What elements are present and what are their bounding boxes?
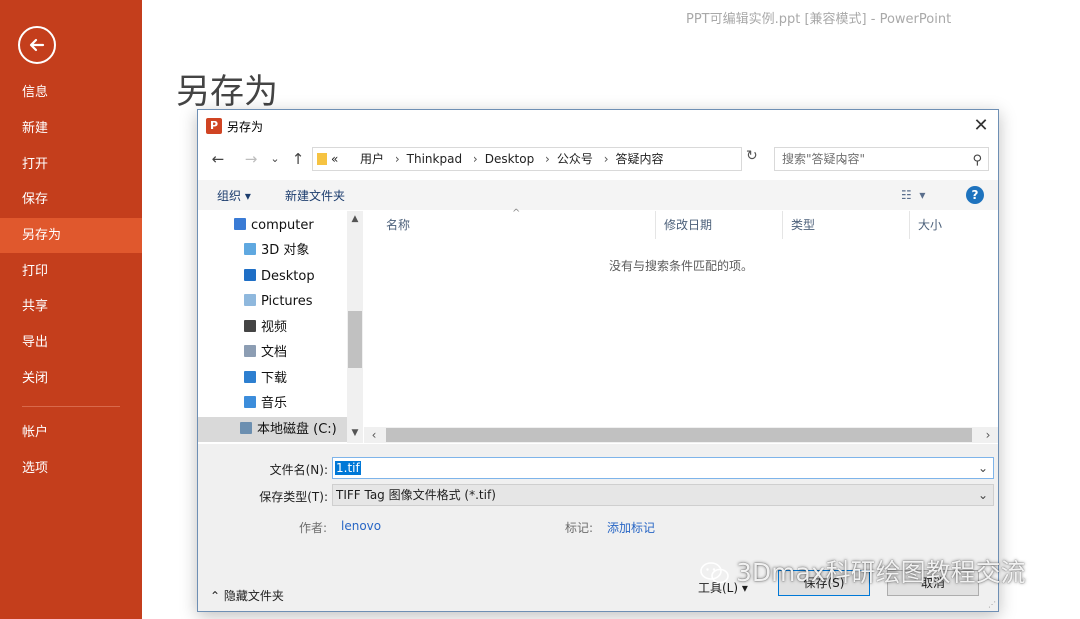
filetype-label: 保存类型(T): [259,490,328,504]
dialog-titlebar[interactable]: P 另存为 ✕ [198,110,998,142]
pictures-icon [244,294,256,306]
navigation-tree: computer 3D 对象 Desktop Pictures 视频 文档 下载… [198,211,363,443]
empty-message: 没有与搜索条件匹配的项。 [608,259,753,273]
tree-item-music[interactable]: 音乐 [198,391,347,416]
breadcrumb-qa-content[interactable]: 答疑内容 [616,152,664,166]
chevron-up-icon: ⌃ [210,589,221,603]
save-as-dialog: P 另存为 ✕ ← → ⌄ ↑ « 用户 › Thinkpad › Desktop … [197,109,999,612]
scroll-down-icon[interactable]: ▼ [347,425,363,441]
scroll-left-icon[interactable]: ‹ [366,427,382,443]
downloads-icon [244,371,256,383]
tree-item-documents[interactable]: 文档 [198,340,347,365]
window-title: PPT可编辑实例.ppt [兼容模式] - PowerPoint [686,12,952,27]
dialog-toolbar: 组织 ▾ 新建文件夹 ☷ ▾ ? [198,180,998,210]
back-icon[interactable]: ← [208,148,228,170]
filetype-dropdown-icon[interactable]: ⌄ [978,485,988,505]
file-list-hscrollbar[interactable]: ‹ › [364,427,998,443]
search-input[interactable]: 搜索"答疑内容" ⚲ [774,147,989,171]
tree-item-downloads[interactable]: 下载 [198,366,347,391]
column-type[interactable]: 类型 [783,211,910,239]
tree-item-pictures[interactable]: Pictures [198,289,347,314]
view-options-icon[interactable]: ☷ ▾ [901,188,925,202]
desktop-icon [244,269,256,281]
help-icon[interactable]: ? [966,186,984,204]
scroll-up-icon[interactable]: ▲ [347,211,363,227]
nav-divider [22,406,120,407]
tree-scroll-thumb[interactable] [348,311,362,368]
organize-button[interactable]: 组织 ▾ [217,187,251,204]
back-arrow-icon[interactable] [18,26,56,64]
tree-item-videos[interactable]: 视频 [198,315,347,340]
nav-export[interactable]: 导出 [0,325,142,360]
nav-info[interactable]: 信息 [0,75,142,110]
hide-folders-toggle[interactable]: ⌃ 隐藏文件夹 [210,587,284,604]
music-icon [244,396,256,408]
videos-icon [244,320,256,332]
filename-label: 文件名(N): [269,463,328,477]
tree-item-computer[interactable]: computer [198,213,347,238]
nav-save[interactable]: 保存 [0,182,142,217]
refresh-icon[interactable]: ↻ [746,148,758,164]
column-size[interactable]: 大小 [910,211,998,239]
drive-icon [240,422,252,434]
new-folder-button[interactable]: 新建文件夹 [285,187,345,204]
tags-label: 标记: [565,521,594,535]
breadcrumb-desktop[interactable]: Desktop [485,152,535,166]
search-icon[interactable]: ⚲ [972,150,982,172]
sort-ascending-icon: ^ [512,208,521,219]
filetype-select[interactable]: TIFF Tag 图像文件格式 (*.tif) ⌄ [332,484,994,506]
powerpoint-icon: P [206,118,222,134]
nav-close[interactable]: 关闭 [0,361,142,396]
nav-print[interactable]: 打印 [0,254,142,289]
filename-value: 1.tif [335,461,361,475]
author-label: 作者: [299,521,328,535]
nav-new[interactable]: 新建 [0,111,142,146]
forward-icon[interactable]: → [241,148,261,170]
scroll-right-icon[interactable]: › [980,427,996,443]
address-bar[interactable]: « 用户 › Thinkpad › Desktop › 公众号 › 答疑内容 ⌄ [312,147,848,171]
column-modified-date[interactable]: 修改日期 [656,211,783,239]
hscroll-thumb[interactable] [386,428,972,442]
recent-locations-chevron-icon[interactable]: ⌄ [265,148,285,170]
add-tags-link[interactable]: 添加标记 [607,519,655,536]
backstage-sidebar: 信息 新建 打开 保存 另存为 打印 共享 导出 关闭 帐户 选项 [0,0,142,619]
watermark: 3Dmax科研绘图教程交流 [700,553,1026,589]
watermark-text: 3Dmax科研绘图教程交流 [736,558,1026,587]
nav-share[interactable]: 共享 [0,289,142,324]
nav-open[interactable]: 打开 [0,147,142,182]
filename-dropdown-icon[interactable]: ⌄ [978,458,988,478]
breadcrumb-thinkpad[interactable]: Thinkpad [407,152,462,166]
nav-account[interactable]: 帐户 [0,415,142,450]
folder-icon [317,153,327,165]
breadcrumb-official-account[interactable]: 公众号 [557,152,593,166]
computer-icon [234,218,246,230]
wechat-icon [700,562,729,584]
resize-grip-icon[interactable]: ⋰ [988,600,996,609]
tree-item-3d-objects[interactable]: 3D 对象 [198,238,347,263]
author-value[interactable]: lenovo [341,519,381,533]
close-icon[interactable]: ✕ [968,114,994,138]
tree-item-local-disk-c[interactable]: 本地磁盘 (C:) [198,417,347,442]
breadcrumb-users[interactable]: 用户 [360,152,384,166]
filename-input[interactable]: 1.tif ⌄ [332,457,994,479]
tree-scrollbar[interactable]: ▲ ▼ [347,211,363,443]
search-placeholder: 搜索"答疑内容" [782,152,866,166]
filetype-value: TIFF Tag 图像文件格式 (*.tif) [336,488,496,502]
file-list: 名称 ^ 修改日期 类型 大小 没有与搜索条件匹配的项。 ‹ › [364,208,998,443]
navigation-bar: ← → ⌄ ↑ « 用户 › Thinkpad › Desktop › 公众号 › 答疑… [198,146,998,174]
nav-options[interactable]: 选项 [0,451,142,486]
nav-save-as[interactable]: 另存为 [0,218,142,253]
dialog-title: 另存为 [227,120,264,134]
page-title: 另存为 [176,72,278,112]
tree-item-desktop[interactable]: Desktop [198,264,347,289]
3d-objects-icon [244,243,256,255]
address-overflow[interactable]: « [331,152,338,166]
documents-icon [244,345,256,357]
up-icon[interactable]: ↑ [288,148,308,170]
